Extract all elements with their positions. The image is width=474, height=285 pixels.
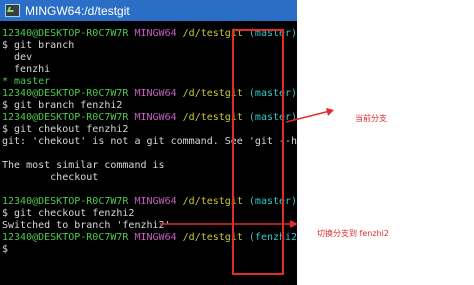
title-bar[interactable]: MINGW64:/d/testgit [0, 0, 297, 21]
prompt-shell: MINGW64 [134, 196, 177, 207]
prompt-user: 12340@DESKTOP-R0C7W7R [2, 232, 129, 243]
prompt-shell: MINGW64 [134, 28, 177, 39]
prompt-user: 12340@DESKTOP-R0C7W7R [2, 28, 129, 39]
prompt-user: 12340@DESKTOP-R0C7W7R [2, 196, 129, 207]
prompt-shell: MINGW64 [134, 112, 177, 123]
prompt-user: 12340@DESKTOP-R0C7W7R [2, 112, 129, 123]
window-title: MINGW64:/d/testgit [25, 3, 130, 18]
annotation-current-branch: 当前分支 [355, 114, 387, 123]
annotation-switch-branch: 切换分支到 fenzhi2 [317, 229, 389, 238]
branch-highlight-box [232, 29, 284, 275]
prompt-shell: MINGW64 [134, 232, 177, 243]
prompt-user: 12340@DESKTOP-R0C7W7R [2, 88, 129, 99]
switch-branch-arrow [160, 220, 298, 228]
terminal-window: MINGW64:/d/testgit 12340@DESKTOP-R0C7W7R… [0, 0, 297, 285]
prompt-shell: MINGW64 [134, 88, 177, 99]
current-branch-arrow [286, 108, 334, 123]
mingw-app-icon [5, 4, 20, 17]
